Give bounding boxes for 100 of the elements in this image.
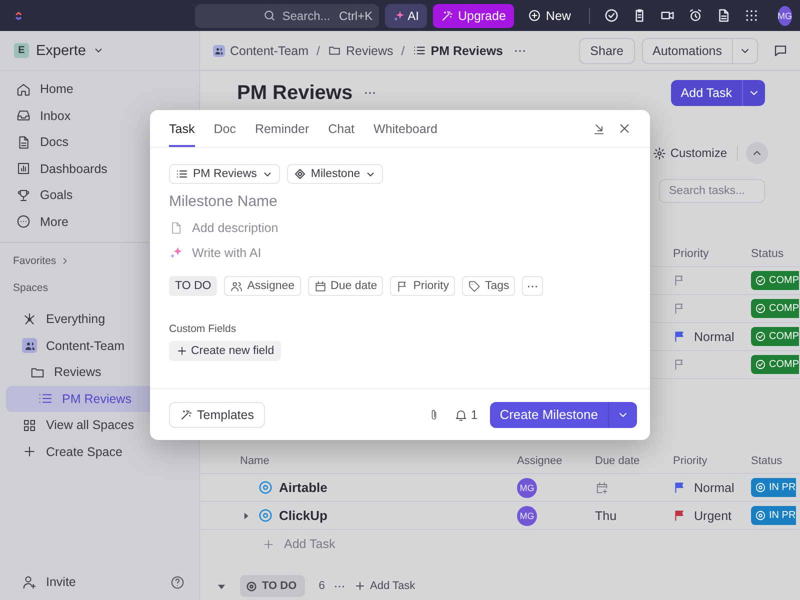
apps-icon[interactable] (744, 8, 759, 23)
collapse-button[interactable] (746, 142, 768, 164)
page-icon (169, 221, 183, 235)
breadcrumb-link[interactable]: Reviews (328, 44, 394, 58)
dialog-tab[interactable]: Doc (214, 110, 236, 147)
create-options-button[interactable] (609, 402, 637, 428)
field-button[interactable]: Assignee (224, 276, 301, 296)
dialog-tab[interactable]: Reminder (254, 110, 310, 147)
tag-icon (468, 280, 481, 292)
priority-label: Normal (694, 480, 734, 494)
calendar-plus-icon[interactable] (595, 480, 609, 494)
sparkle-icon (392, 10, 405, 22)
due-date[interactable]: Thu (595, 508, 617, 522)
automations-button[interactable]: Automations (642, 38, 733, 64)
list-icon (412, 44, 426, 57)
breadcrumb-separator: / (316, 44, 320, 58)
column-header: Assignee (517, 455, 564, 467)
column-header: Due date (595, 455, 641, 467)
group-caret-icon[interactable] (217, 582, 226, 590)
page-title: PM Reviews (237, 82, 353, 104)
workspace-switcher[interactable]: E Experte (0, 31, 199, 71)
home-icon (16, 82, 31, 97)
shortcut-hint: Ctrl+K (338, 8, 373, 22)
search-field[interactable]: Search tasks... (659, 179, 765, 203)
add-task-button[interactable]: Add Task (670, 80, 765, 106)
upgrade-button[interactable]: Upgrade (432, 4, 514, 28)
create-field-button[interactable]: Create new field (169, 341, 282, 361)
wand-icon (440, 10, 453, 22)
status-badge[interactable]: IN PR (751, 478, 796, 497)
column-header: Priority (673, 455, 708, 467)
templates-button[interactable]: Templates (169, 402, 265, 428)
task-row[interactable]: Airtable MG Normal IN PR (200, 474, 800, 502)
favorites-header[interactable]: Favorites (13, 252, 70, 270)
plus-icon (22, 444, 37, 460)
assignee-avatar: MG (517, 506, 537, 526)
chart-icon (16, 161, 31, 176)
field-button[interactable]: Due date (308, 276, 384, 296)
plus-icon (262, 538, 275, 550)
status-badge[interactable]: COMP (751, 327, 799, 346)
sidebar-item[interactable]: Create Space (6, 438, 193, 465)
field-button[interactable]: Tags (462, 276, 516, 296)
search-field[interactable]: Search... Ctrl+K (195, 4, 379, 28)
comment-icon[interactable] (773, 43, 788, 58)
sparkle-icon (169, 246, 183, 260)
user-plus-icon (22, 574, 37, 590)
dialog-tab[interactable]: Whiteboard (374, 110, 438, 147)
column-header: Priority (673, 248, 710, 260)
trophy-icon (16, 188, 31, 203)
task-name[interactable]: Airtable (279, 480, 328, 495)
status-button[interactable]: TO DO (169, 276, 218, 296)
create-milestone-button[interactable]: Create Milestone (490, 402, 609, 428)
type-selector[interactable]: Milestone (286, 164, 384, 184)
tree-item[interactable]: Reviews (6, 359, 193, 386)
status-badge[interactable]: COMP (751, 299, 799, 318)
close-icon[interactable] (617, 121, 632, 136)
list-selector[interactable]: PM Reviews (169, 164, 280, 184)
status-badge[interactable]: IN PR (751, 506, 796, 525)
plus-icon (354, 580, 366, 592)
column-header: Status (751, 248, 785, 260)
diamond-icon (294, 168, 306, 180)
assignee-avatar: MG (517, 478, 537, 498)
add-task-link[interactable]: Add Task (354, 580, 416, 592)
space-icon (22, 338, 37, 354)
plus-icon (176, 345, 188, 357)
expand-caret-icon[interactable] (242, 512, 250, 520)
search-icon (263, 9, 276, 22)
watchers-button[interactable]: 1 (454, 408, 478, 422)
breadcrumb-link[interactable]: PM Reviews (412, 44, 503, 58)
invite-button[interactable]: Invite (6, 568, 76, 596)
section-label: Spaces (13, 281, 48, 296)
customize-button[interactable]: Customize (651, 146, 729, 160)
alarm-icon[interactable] (688, 8, 703, 23)
breadcrumb-separator: / (401, 44, 405, 58)
menu-lines-icon (176, 168, 188, 180)
bell-icon (454, 408, 468, 422)
user-avatar[interactable]: MG (778, 6, 792, 26)
help-icon[interactable] (170, 574, 185, 590)
inbox-icon (16, 108, 31, 124)
workspace-badge: E (14, 43, 29, 58)
folder-icon (328, 44, 341, 57)
priority-label: Normal (694, 330, 734, 344)
dialog-tab[interactable]: Chat (328, 110, 355, 147)
breadcrumb-link[interactable]: Content-Team (213, 44, 309, 58)
sidebar-item[interactable]: Home (6, 76, 193, 102)
new-button[interactable]: New (522, 4, 577, 28)
share-button[interactable]: Share (579, 38, 635, 64)
more-icon (16, 214, 31, 230)
task-row[interactable]: ClickUp MG Thu Urgent IN PR (200, 502, 800, 530)
status-badge[interactable]: COMP (751, 355, 799, 374)
ai-button[interactable]: AI (384, 4, 427, 28)
people-icon (230, 280, 244, 292)
column-header: Status (751, 455, 784, 467)
status-badge[interactable]: COMP (751, 271, 799, 290)
calendar-icon (314, 280, 327, 292)
field-button[interactable]: Priority (390, 276, 455, 296)
minimize-icon[interactable] (592, 122, 606, 136)
status-group-label[interactable]: TO DO (240, 575, 305, 597)
section-label: Custom Fields (169, 323, 236, 335)
task-name[interactable]: ClickUp (279, 508, 328, 523)
dialog-tab[interactable]: Task (169, 110, 195, 147)
